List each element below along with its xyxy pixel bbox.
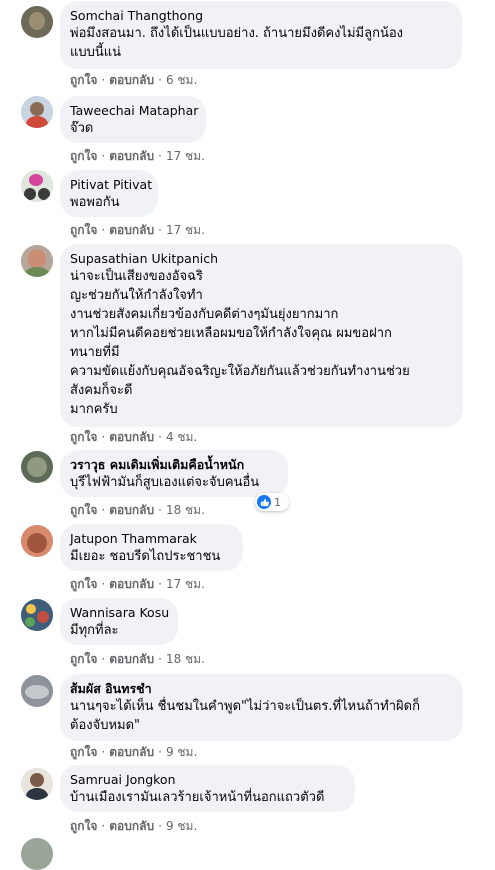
comment-text: นานๆจะได้เห็น ชื่นชมในคำพูด"ไม่ว่าจะเป็น… xyxy=(70,699,420,733)
reply-button[interactable]: ตอบกลับ xyxy=(109,429,154,445)
comment-text: พ่อมึงสอนมา. ถึงได้เป็นแบบอย่าง. ถ้านายม… xyxy=(70,26,403,60)
comment-text: บ้านเมืองเรามันเลวร้ายเจ้าหน้าที่นอกแถวต… xyxy=(70,790,325,805)
reply-button[interactable]: ตอบกลับ xyxy=(109,72,154,88)
comment-actions: ถูกใจ · ตอบกลับ · 4 ชม. xyxy=(70,429,198,445)
comment-time[interactable]: 9 ชม. xyxy=(166,744,197,760)
comment-text: บุรีไฟฟ้ามันก็สูบเองแต่จะจับคนอื่น xyxy=(70,475,260,490)
comment-time[interactable]: 18 ชม. xyxy=(166,502,205,518)
comment-time[interactable]: 17 ชม. xyxy=(166,148,205,164)
comment-author[interactable]: Supasathian Ukitpanich xyxy=(70,251,451,267)
comment-bubble: Pitivat Pitivat พอพอกัน xyxy=(60,170,158,217)
avatar[interactable] xyxy=(21,838,53,870)
like-button[interactable]: ถูกใจ xyxy=(70,744,97,760)
comment-author[interactable]: Taweechai Mataphar xyxy=(70,103,198,119)
comment-author[interactable]: Pitivat Pitivat xyxy=(70,177,152,193)
reply-button[interactable]: ตอบกลับ xyxy=(109,222,154,238)
comment-time[interactable]: 4 ชม. xyxy=(166,429,197,445)
like-button[interactable]: ถูกใจ xyxy=(70,148,97,164)
avatar[interactable] xyxy=(21,675,53,707)
reaction-badge[interactable]: 1 xyxy=(255,493,289,511)
comment-time[interactable]: 18 ชม. xyxy=(166,651,205,667)
reply-button[interactable]: ตอบกลับ xyxy=(109,818,154,834)
reply-button[interactable]: ตอบกลับ xyxy=(109,502,154,518)
avatar[interactable] xyxy=(21,96,53,128)
like-button[interactable]: ถูกใจ xyxy=(70,576,97,592)
comment-time[interactable]: 17 ชม. xyxy=(166,222,205,238)
comment-actions: ถูกใจ · ตอบกลับ · 6 ชม. xyxy=(70,72,198,88)
comment-text: น่าจะเป็นเสียงของอัจฉริ ญะช่วยกันให้กำลั… xyxy=(70,269,410,417)
comment-actions: ถูกใจ · ตอบกลับ · 17 ชม. xyxy=(70,576,205,592)
comment-actions: ถูกใจ · ตอบกลับ · 17 ชม. xyxy=(70,148,205,164)
comment-bubble: Wannisara Kosu มีทุกที่ละ xyxy=(60,598,178,645)
comment-bubble: Taweechai Mataphar จ๊วด xyxy=(60,96,206,143)
comment-author[interactable]: Jatupon Thammarak xyxy=(70,531,231,547)
comment-time[interactable]: 9 ชม. xyxy=(166,818,197,834)
avatar[interactable] xyxy=(21,768,53,800)
avatar[interactable] xyxy=(21,599,53,631)
comment-author[interactable]: Somchai Thangthong xyxy=(70,8,450,24)
comment-text: มีเยอะ ชอบรีดไถประชาชน xyxy=(70,549,221,564)
reply-button[interactable]: ตอบกลับ xyxy=(109,651,154,667)
avatar[interactable] xyxy=(21,170,53,202)
comment-actions: ถูกใจ · ตอบกลับ · 18 ชม. xyxy=(70,502,205,518)
avatar[interactable] xyxy=(21,525,53,557)
comment-actions: ถูกใจ · ตอบกลับ · 9 ชม. xyxy=(70,818,198,834)
like-button[interactable]: ถูกใจ xyxy=(70,502,97,518)
reply-button[interactable]: ตอบกลับ xyxy=(109,744,154,760)
comment-author[interactable]: วราวุธ คมเดิมเพิ่มเติมคือน้ำหนัก xyxy=(70,457,276,473)
comment-text: มีทุกที่ละ xyxy=(70,623,119,638)
comment-bubble: Jatupon Thammarak มีเยอะ ชอบรีดไถประชาชน xyxy=(60,524,243,571)
avatar[interactable] xyxy=(21,451,53,483)
comment-author[interactable]: Samruai Jongkon xyxy=(70,772,343,788)
comment-author[interactable]: ส้มผัส อินทรชำ xyxy=(70,681,451,697)
like-button[interactable]: ถูกใจ xyxy=(70,72,97,88)
comment-actions: ถูกใจ · ตอบกลับ · 17 ชม. xyxy=(70,222,205,238)
comment-actions: ถูกใจ · ตอบกลับ · 18 ชม. xyxy=(70,651,205,667)
comment-bubble: Somchai Thangthong พ่อมึงสอนมา. ถึงได้เป… xyxy=(60,1,462,69)
reply-button[interactable]: ตอบกลับ xyxy=(109,148,154,164)
comment-bubble: Samruai Jongkon บ้านเมืองเรามันเลวร้ายเจ… xyxy=(60,765,355,812)
like-button[interactable]: ถูกใจ xyxy=(70,818,97,834)
comment-text: พอพอกัน xyxy=(70,195,120,210)
comment-bubble: Supasathian Ukitpanich น่าจะเป็นเสียงของ… xyxy=(60,244,463,427)
comment-text: จ๊วด xyxy=(70,121,94,136)
avatar[interactable] xyxy=(21,245,53,277)
comment-author[interactable]: Wannisara Kosu xyxy=(70,605,169,621)
like-button[interactable]: ถูกใจ xyxy=(70,429,97,445)
comment-time[interactable]: 17 ชม. xyxy=(166,576,205,592)
thumbs-up-icon xyxy=(257,495,271,509)
reaction-count: 1 xyxy=(274,495,281,509)
comment-bubble: วราวุธ คมเดิมเพิ่มเติมคือน้ำหนัก บุรีไฟฟ… xyxy=(60,450,288,497)
reply-button[interactable]: ตอบกลับ xyxy=(109,576,154,592)
like-button[interactable]: ถูกใจ xyxy=(70,222,97,238)
like-button[interactable]: ถูกใจ xyxy=(70,651,97,667)
comment-time[interactable]: 6 ชม. xyxy=(166,72,197,88)
avatar[interactable] xyxy=(21,6,53,38)
comment-bubble: ส้มผัส อินทรชำ นานๆจะได้เห็น ชื่นชมในคำพ… xyxy=(60,674,463,741)
comment-actions: ถูกใจ · ตอบกลับ · 9 ชม. xyxy=(70,744,198,760)
